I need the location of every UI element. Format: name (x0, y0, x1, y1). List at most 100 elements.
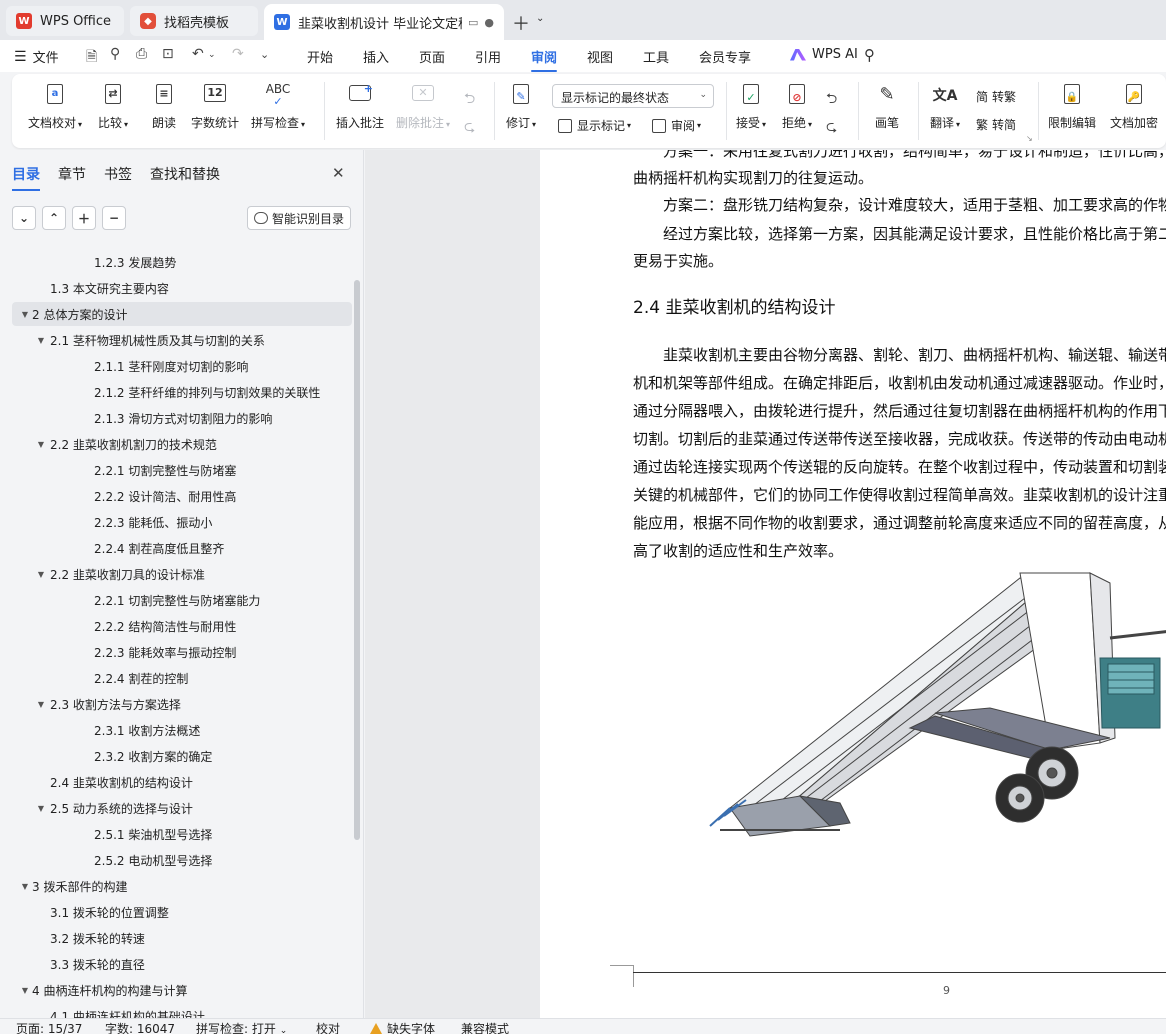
toc-item[interactable]: ▼ 2 总体方案的设计 (12, 302, 352, 326)
toc-item[interactable]: 2.2.4 割茬的控制 (12, 666, 352, 690)
read-aloud-button[interactable]: ≡ 朗读 (151, 82, 177, 131)
tab-document[interactable]: W 韭菜收割机设计 毕业论文定稿 ▭ ● (264, 4, 504, 40)
expand-triangle-icon[interactable]: ▼ (18, 986, 32, 995)
toc-item[interactable]: 2.5.2 电动机型号选择 (12, 848, 352, 872)
encrypt-button[interactable]: 🔑 文档加密 (1110, 82, 1158, 131)
nav-tab-bookmark[interactable]: 书签 (104, 164, 132, 184)
spell-check-button[interactable]: ABC ✓ 拼写检查 ▾ (251, 82, 305, 131)
monitor-icon[interactable]: ▭ (468, 16, 478, 29)
link-icon[interactable]: ⚲ (110, 46, 120, 62)
toc-item[interactable]: 2.3.1 收割方法概述 (12, 718, 352, 742)
word-count-indicator[interactable]: 字数: 16047 (105, 1020, 175, 1034)
toc-item[interactable]: 3.3 拨禾轮的直径 (12, 952, 352, 976)
insert-comment-button[interactable]: + 插入批注 (336, 82, 384, 131)
nav-tab-chapter[interactable]: 章节 (58, 164, 86, 184)
toc-item[interactable]: 1.3 本文研究主要内容 (12, 276, 352, 300)
page-indicator[interactable]: 页面: 15/37 (16, 1020, 82, 1034)
new-tab-icon[interactable]: ＋ (512, 10, 530, 36)
wps-ai-button[interactable]: WPS AI (790, 47, 858, 62)
menu-tools[interactable]: 工具 (643, 47, 669, 66)
add-heading-plus-icon[interactable]: ＋ (72, 206, 96, 230)
undo-chevron-icon[interactable]: ⌄ (208, 50, 216, 60)
menu-member[interactable]: 会员专享 (699, 47, 751, 66)
save-icon[interactable]: 🗎 (86, 46, 97, 70)
toc-item[interactable]: 2.3.2 收割方案的确定 (12, 744, 352, 768)
reject-button[interactable]: ⊘ 拒绝 ▾ (782, 82, 812, 131)
nav-tab-find-replace[interactable]: 查找和替换 (150, 164, 220, 184)
tab-list-chevron-icon[interactable]: ⌄ (536, 13, 544, 24)
proof-indicator[interactable]: 校对 (316, 1020, 340, 1034)
unsaved-dot-icon[interactable]: ● (484, 16, 494, 29)
accept-button[interactable]: ✓ 接受 ▾ (736, 82, 766, 131)
dialog-launcher-icon[interactable]: ↘ (1026, 134, 1033, 143)
toc-item[interactable]: 4.1 曲柄连杆机构的基础设计 (12, 1004, 352, 1019)
toc-item[interactable]: ▼ 4 曲柄连杆机构的构建与计算 (12, 978, 352, 1002)
expand-triangle-icon[interactable]: ▼ (34, 804, 48, 813)
menu-review[interactable]: 审阅 (531, 47, 558, 72)
compare-button[interactable]: ⇄ 比较 ▾ (98, 82, 128, 131)
to-simplified-button[interactable]: 繁 转简 (976, 116, 1016, 133)
markup-state-select[interactable]: 显示标记的最终状态 ⌄ (552, 84, 714, 108)
menu-view[interactable]: 视图 (587, 47, 613, 66)
undo-icon[interactable]: ↶ (192, 46, 204, 62)
toc-item[interactable]: 2.5.1 柴油机型号选择 (12, 822, 352, 846)
toc-item[interactable]: 3.2 拨禾轮的转速 (12, 926, 352, 950)
toc-item[interactable]: 2.2.3 能耗效率与振动控制 (12, 640, 352, 664)
print-icon[interactable]: ⎙ (136, 46, 147, 62)
missing-font-indicator[interactable]: 缺失字体 (370, 1020, 435, 1034)
toc-item[interactable]: 2.2.1 切割完整性与防堵塞能力 (12, 588, 352, 612)
previous-comment-icon[interactable]: ⮌ (464, 88, 475, 112)
collapse-chevron-down-icon[interactable]: ⌄ (12, 206, 36, 230)
toc-item[interactable]: 2.2.2 设计简洁、耐用性高 (12, 484, 352, 508)
toc-scrollbar[interactable] (354, 280, 360, 840)
menu-insert[interactable]: 插入 (363, 47, 389, 66)
toc-item[interactable]: 3.1 拨禾轮的位置调整 (12, 900, 352, 924)
expand-triangle-icon[interactable]: ▼ (18, 310, 32, 319)
translate-button[interactable]: 文A 翻译 ▾ (930, 82, 960, 131)
toc-item[interactable]: ▼ 3 拨禾部件的构建 (12, 874, 352, 898)
toc-item[interactable]: 2.4 韭菜收割机的结构设计 (12, 770, 352, 794)
expand-triangle-icon[interactable]: ▼ (18, 882, 32, 891)
expand-chevron-up-icon[interactable]: ⌃ (42, 206, 66, 230)
document-page[interactable]: 方案一：采用往复式割刀进行收割，结构简单，易于设计和制造，性价比高，通过 曲柄摇… (540, 150, 1166, 1018)
toc-item[interactable]: ▼ 2.2 韭菜收割刀具的设计标准 (12, 562, 352, 586)
print-preview-icon[interactable]: ⊡ (162, 46, 174, 62)
menu-home[interactable]: 开始 (307, 47, 333, 66)
toc-item[interactable]: 2.1.1 茎秆刚度对切割的影响 (12, 354, 352, 378)
smart-toc-button[interactable]: 智能识别目录 (247, 206, 351, 230)
next-change-icon[interactable]: ⮎ (826, 116, 837, 140)
redo-icon[interactable]: ↷ (232, 46, 244, 62)
word-count-button[interactable]: 12 字数统计 (191, 82, 239, 131)
review-pane-button[interactable]: 审阅 ▾ (652, 117, 701, 134)
track-changes-button[interactable]: ✎ 修订 ▾ (506, 82, 536, 131)
restrict-edit-button[interactable]: 🔒 限制编辑 (1048, 82, 1096, 131)
toc-item[interactable]: 2.2.2 结构简洁性与耐用性 (12, 614, 352, 638)
expand-triangle-icon[interactable]: ▼ (34, 570, 48, 579)
spell-check-indicator[interactable]: 拼写检查: 打开 ⌄ (196, 1020, 287, 1034)
toc-item[interactable]: 2.1.3 滑切方式对切割阻力的影响 (12, 406, 352, 430)
toc-item[interactable]: 2.2.4 割茬高度低且整齐 (12, 536, 352, 560)
search-icon[interactable]: ⚲ (864, 46, 875, 64)
toc-item[interactable]: ▼ 2.3 收割方法与方案选择 (12, 692, 352, 716)
menu-page[interactable]: 页面 (419, 47, 445, 66)
menu-references[interactable]: 引用 (475, 47, 501, 66)
toc-item[interactable]: 2.2.3 能耗低、振动小 (12, 510, 352, 534)
pen-button[interactable]: ✎ 画笔 (874, 82, 900, 131)
show-markup-button[interactable]: 显示标记 ▾ (558, 117, 631, 134)
toc-item[interactable]: ▼ 2.1 茎秆物理机械性质及其与切割的关系 (12, 328, 352, 352)
next-comment-icon[interactable]: ⮎ (464, 116, 475, 140)
tab-wps-office[interactable]: W WPS Office (6, 6, 124, 36)
doc-check-button[interactable]: a 文档校对 ▾ (28, 82, 82, 131)
delete-comment-button[interactable]: ✕ 删除批注 ▾ (396, 82, 450, 131)
expand-triangle-icon[interactable]: ▼ (34, 700, 48, 709)
more-chevron-icon[interactable]: ⌄ (260, 48, 269, 61)
expand-triangle-icon[interactable]: ▼ (34, 336, 48, 345)
toc-item[interactable]: ▼ 2.2 韭菜收割机割刀的技术规范 (12, 432, 352, 456)
toc-item[interactable]: 2.1.2 茎秆纤维的排列与切割效果的关联性 (12, 380, 352, 404)
tab-template[interactable]: ◆ 找稻壳模板 (130, 6, 258, 36)
nav-tab-toc[interactable]: 目录 (12, 164, 40, 191)
previous-change-icon[interactable]: ⮌ (826, 88, 837, 112)
toc-item[interactable]: ▼ 2.5 动力系统的选择与设计 (12, 796, 352, 820)
close-icon[interactable]: ✕ (332, 164, 345, 182)
expand-triangle-icon[interactable]: ▼ (34, 440, 48, 449)
